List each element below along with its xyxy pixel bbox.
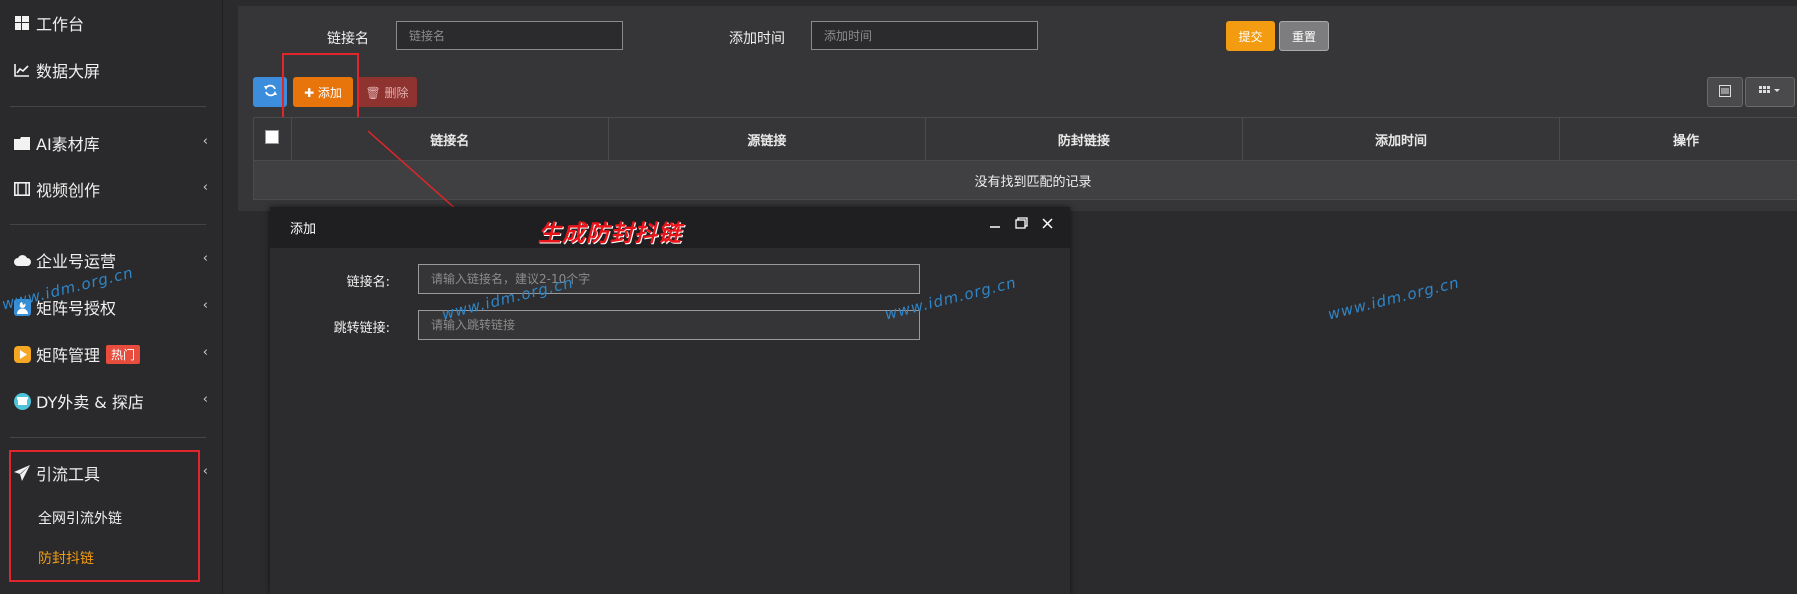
redirect-link-input[interactable] xyxy=(418,310,920,340)
link-name-label: 链接名: xyxy=(346,275,390,290)
add-dialog: 添加 链接名: 跳转链接: xyxy=(270,207,1070,594)
link-name-input[interactable] xyxy=(418,264,920,294)
dialog-title: 添加 xyxy=(290,222,317,237)
minimize-icon[interactable] xyxy=(989,217,1001,233)
close-icon[interactable] xyxy=(1042,217,1053,233)
maximize-icon[interactable] xyxy=(1015,217,1028,233)
redirect-link-label: 跳转链接: xyxy=(333,321,390,336)
annotation-text: 生成防封抖链 xyxy=(538,221,682,247)
